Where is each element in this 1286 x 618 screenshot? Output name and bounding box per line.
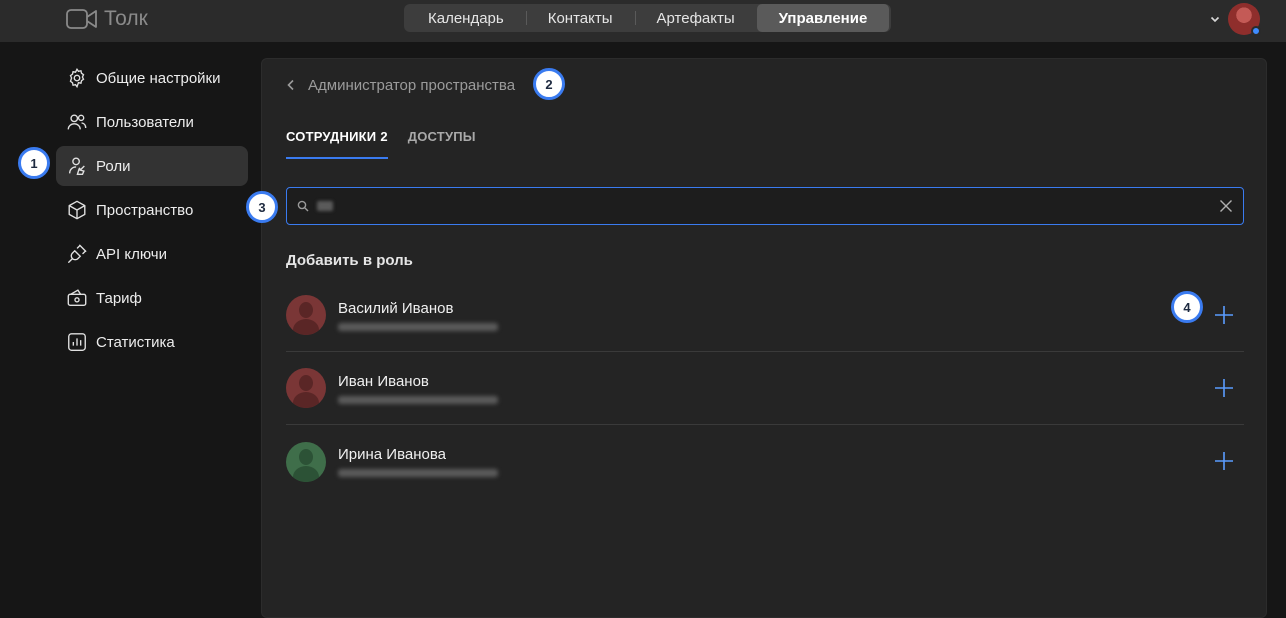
add-user-button[interactable] — [1212, 449, 1236, 473]
user-avatar[interactable] — [1228, 3, 1261, 36]
user-list: Василий Иванов Иван Иванов Ирина Иванова — [286, 279, 1244, 498]
avatar — [286, 295, 326, 335]
sidebar-item-label: API ключи — [96, 245, 167, 263]
avatar — [286, 441, 326, 482]
step-badge-3: 3 — [246, 191, 278, 223]
sidebar-item-label: Тариф — [96, 289, 142, 307]
nav-tab-calendar[interactable]: Календарь — [406, 4, 526, 32]
user-email-redacted — [338, 395, 498, 404]
sidebar-item-users[interactable]: Пользователи — [56, 102, 248, 142]
chevron-down-icon[interactable] — [1210, 14, 1220, 24]
tab-access[interactable]: ДОСТУПЫ — [408, 127, 476, 159]
app-name: Толк — [104, 7, 148, 30]
nav-tab-artifacts[interactable]: Артефакты — [634, 4, 757, 32]
user-email-redacted — [338, 322, 498, 331]
sidebar-item-label: Роли — [96, 157, 131, 175]
role-tabs: СОТРУДНИКИ 2 ДОСТУПЫ — [286, 127, 476, 159]
chevron-left-icon[interactable] — [286, 79, 296, 91]
wallet-icon — [67, 289, 87, 307]
step-badge-1: 1 — [18, 147, 50, 179]
gear-icon — [69, 67, 85, 89]
nav-tab-management[interactable]: Управление — [756, 4, 890, 32]
section-title: Добавить в роль — [286, 252, 413, 269]
roles-panel: Администратор пространства СОТРУДНИКИ 2 Д… — [261, 58, 1267, 618]
users-icon — [67, 114, 87, 130]
sidebar-item-tariff[interactable]: Тариф — [56, 278, 248, 318]
list-item: Ирина Иванова — [286, 425, 1244, 498]
nav-tab-contacts[interactable]: Контакты — [525, 4, 635, 32]
add-user-button[interactable] — [1212, 376, 1236, 400]
user-email-redacted — [338, 469, 498, 477]
plus-icon — [1215, 379, 1233, 397]
top-bar: Толк Календарь Контакты Артефакты Управл… — [0, 0, 1286, 42]
roles-icon — [68, 157, 85, 175]
sidebar-item-roles[interactable]: Роли — [56, 146, 248, 186]
search-field[interactable] — [286, 187, 1244, 225]
tab-label: СОТРУДНИКИ — [286, 129, 377, 144]
list-item: Василий Иванов — [286, 279, 1244, 352]
sidebar-item-statistics[interactable]: Статистика — [56, 322, 248, 362]
app-logo[interactable]: Толк — [66, 6, 148, 32]
search-value-redacted — [317, 201, 333, 211]
video-camera-icon — [66, 9, 97, 29]
chart-icon — [68, 333, 86, 351]
tab-count: 2 — [380, 129, 388, 144]
sidebar-item-label: Статистика — [96, 333, 175, 351]
sidebar-item-label: Общие настройки — [96, 69, 221, 87]
plus-icon — [1215, 452, 1233, 470]
breadcrumb[interactable]: Администратор пространства — [286, 75, 515, 95]
search-icon — [297, 200, 309, 212]
plus-icon — [1215, 306, 1233, 324]
step-badge-4: 4 — [1171, 291, 1203, 323]
search-input[interactable] — [341, 188, 1211, 224]
breadcrumb-label[interactable]: Администратор пространства — [308, 77, 515, 94]
avatar — [286, 368, 326, 408]
sidebar-item-general-settings[interactable]: Общие настройки — [56, 58, 248, 98]
user-name: Иван Иванов — [338, 372, 429, 390]
close-icon[interactable] — [1219, 199, 1233, 213]
plug-icon — [68, 244, 87, 263]
online-status-dot — [1251, 26, 1261, 36]
tab-label: ДОСТУПЫ — [407, 129, 476, 144]
main-nav: Календарь Контакты Артефакты Управление — [404, 4, 892, 32]
step-badge-2: 2 — [533, 68, 565, 100]
cube-icon — [68, 200, 86, 220]
profile-menu[interactable] — [1210, 2, 1261, 36]
user-name: Василий Иванов — [338, 299, 454, 317]
list-item: Иван Иванов — [286, 352, 1244, 425]
tab-employees[interactable]: СОТРУДНИКИ 2 — [286, 127, 388, 159]
sidebar-item-api-keys[interactable]: API ключи — [56, 234, 248, 274]
sidebar-item-space[interactable]: Пространство — [56, 190, 248, 230]
settings-sidebar: Общие настройки Пользователи Роли Простр… — [56, 58, 248, 366]
sidebar-item-label: Пользователи — [96, 113, 194, 131]
sidebar-item-label: Пространство — [96, 201, 194, 219]
user-name: Ирина Иванова — [338, 446, 446, 463]
add-user-button[interactable] — [1212, 303, 1236, 327]
